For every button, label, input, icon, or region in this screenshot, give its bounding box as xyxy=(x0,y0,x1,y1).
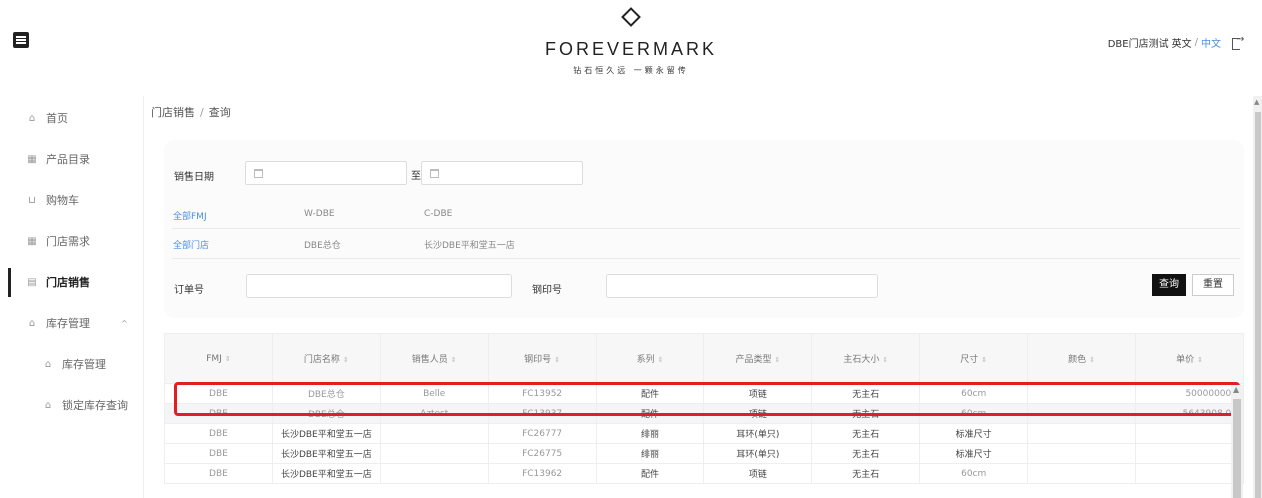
column-header-series[interactable]: 系列 ⇕ xyxy=(595,333,705,384)
column-header-size[interactable]: 尺寸 ⇕ xyxy=(919,333,1029,384)
warehouse-icon: ⌂ xyxy=(28,318,36,329)
table-scrollbar[interactable]: ▲ xyxy=(1231,385,1243,498)
header: FOREVERMARK 钻石恒久远 一颗永留传 DBE门店测试 英文 / 中文 xyxy=(0,0,1262,96)
brand-name: FOREVERMARK xyxy=(544,39,718,59)
breadcrumb-separator: / xyxy=(200,106,204,119)
grid-icon: ▦ xyxy=(27,154,37,165)
sidebar-item-catalog[interactable]: ▦ 产品目录 xyxy=(0,139,143,180)
sidebar-subitem-locked-inventory[interactable]: ⌂ 锁定库存查询 xyxy=(0,385,143,426)
breadcrumb-parent[interactable]: 门店销售 xyxy=(151,106,195,119)
sidebar: ⌂ 首页 ▦ 产品目录 ⊔ 购物车 ▦ 门店需求 ▤ 门店销售 ⌂ 库存管理 ^… xyxy=(0,96,144,498)
column-header-salesperson[interactable]: 销售人员 ⇕ xyxy=(379,333,489,384)
sort-icon: ⇕ xyxy=(224,354,231,363)
fmj-option-c-dbe[interactable]: C-DBE xyxy=(424,209,452,219)
table-row[interactable]: DBE 长沙DBE平和堂五一店 FC26775 绯丽 耳环(单只) 无主石 标准尺寸 xyxy=(164,443,1244,464)
table-row[interactable]: DBE DBE总仓 Belle FC13952 配件 项链 无主石 60cm 500000000 xyxy=(164,383,1244,404)
column-header-price[interactable]: 单价 ⇕ xyxy=(1135,333,1244,384)
column-header-seal-no[interactable]: 钢印号 ⇕ xyxy=(487,333,597,384)
cart-icon: ⊔ xyxy=(28,195,36,206)
breadcrumb-current: 查询 xyxy=(208,106,231,119)
sidebar-item-store-sales[interactable]: ▤ 门店销售 xyxy=(0,262,143,303)
sort-icon: ⇕ xyxy=(1197,356,1203,364)
divider xyxy=(172,228,1240,229)
diamond-icon xyxy=(621,7,641,27)
seal-no-input[interactable] xyxy=(606,274,878,298)
table-row[interactable]: DBE 长沙DBE平和堂五一店 FC13962 配件 项链 无主石 60cm xyxy=(164,463,1244,484)
lang-english[interactable]: 英文 xyxy=(1172,35,1192,50)
sort-icon: ⇕ xyxy=(1089,356,1096,364)
sort-icon: ⇕ xyxy=(981,356,988,364)
start-date-input[interactable] xyxy=(245,161,407,185)
table-header-row: FMJ ⇕ 门店名称 ⇕ 销售人员 ⇕ 钢印号 ⇕ 系列 ⇕ 产品类型 ⇕ 主石大小 ⇕ 尺寸… xyxy=(164,333,1244,384)
column-header-store[interactable]: 门店名称 ⇕ xyxy=(271,333,381,384)
sidebar-item-label: 产品目录 xyxy=(46,153,90,166)
sort-icon: ⇕ xyxy=(774,356,781,364)
sidebar-item-home[interactable]: ⌂ 首页 xyxy=(0,98,143,139)
chevron-up-icon: ^ xyxy=(121,319,128,328)
column-header-main-stone[interactable]: 主石大小 ⇕ xyxy=(811,333,921,384)
fmj-option-w-dbe[interactable]: W-DBE xyxy=(304,209,335,219)
scroll-up-icon[interactable]: ▲ xyxy=(1254,98,1259,106)
sidebar-item-label: 锁定库存查询 xyxy=(62,399,128,412)
scroll-up-icon[interactable]: ▲ xyxy=(1233,385,1239,394)
grid-icon: ▦ xyxy=(27,236,37,247)
sidebar-item-label: 首页 xyxy=(46,112,68,125)
column-header-fmj[interactable]: FMJ ⇕ xyxy=(164,333,273,384)
sort-icon: ⇕ xyxy=(554,356,561,364)
reset-button[interactable]: 重置 xyxy=(1192,274,1234,296)
scrollbar-thumb[interactable] xyxy=(1233,399,1241,498)
sidebar-item-cart[interactable]: ⊔ 购物车 xyxy=(0,180,143,221)
store-option-all[interactable]: 全部门店 xyxy=(173,238,209,251)
user-area: DBE门店测试 英文 / 中文 xyxy=(1107,34,1245,51)
sort-icon: ⇕ xyxy=(657,356,664,364)
scrollbar-thumb[interactable] xyxy=(1255,112,1261,498)
calendar-icon xyxy=(430,169,439,178)
lang-chinese[interactable]: 中文 xyxy=(1201,35,1221,50)
seal-no-label: 钢印号 xyxy=(532,285,562,296)
order-no-input[interactable] xyxy=(246,274,512,298)
page-scrollbar[interactable]: ▲ xyxy=(1253,96,1262,498)
sidebar-item-label: 库存管理 xyxy=(46,317,90,330)
sidebar-item-label: 购物车 xyxy=(46,194,79,207)
fmj-option-all[interactable]: 全部FMJ xyxy=(173,209,207,222)
sidebar-item-inventory[interactable]: ⌂ 库存管理 ^ xyxy=(0,303,143,344)
table-row[interactable]: DBE 长沙DBE平和堂五一店 FC26777 绯丽 耳环(单只) 无主石 标准尺寸 xyxy=(164,423,1244,444)
table-row[interactable]: DBE DBE总仓 Aztest FC13937 配件 项链 无主石 60cm 5643908.… xyxy=(164,403,1244,424)
calendar-icon xyxy=(254,169,263,178)
user-name: DBE门店测试 xyxy=(1107,39,1169,50)
brand-logo: FOREVERMARK 钻石恒久远 一颗永留传 xyxy=(531,4,731,76)
end-date-input[interactable] xyxy=(421,161,583,185)
sort-icon: ⇕ xyxy=(450,356,457,364)
store-option-dbe-warehouse[interactable]: DBE总仓 xyxy=(304,238,341,251)
sidebar-item-label: 门店销售 xyxy=(46,276,90,289)
query-button[interactable]: 查询 xyxy=(1152,274,1186,296)
column-header-color[interactable]: 颜色 ⇕ xyxy=(1027,333,1137,384)
column-header-product-type[interactable]: 产品类型 ⇕ xyxy=(703,333,813,384)
sidebar-item-store-demand[interactable]: ▦ 门店需求 xyxy=(0,221,143,262)
home-icon: ⌂ xyxy=(28,113,36,124)
date-to-label: 至 xyxy=(411,171,421,182)
sort-icon: ⇕ xyxy=(882,356,889,364)
shop-icon: ▤ xyxy=(27,277,37,288)
filter-panel: 销售日期 至 全部FMJ W-DBE C-DBE 全部门店 DBE总仓 长沙DB… xyxy=(164,140,1244,318)
logout-icon[interactable] xyxy=(1232,34,1244,50)
order-no-label: 订单号 xyxy=(174,285,204,296)
sidebar-item-label: 门店需求 xyxy=(46,235,90,248)
warehouse-icon: ⌂ xyxy=(44,359,52,370)
store-option-changsha[interactable]: 长沙DBE平和堂五一店 xyxy=(424,238,515,251)
menu-icon[interactable] xyxy=(13,32,29,48)
sales-date-label: 销售日期 xyxy=(174,172,214,183)
lock-warehouse-icon: ⌂ xyxy=(44,400,52,411)
sidebar-subitem-inventory[interactable]: ⌂ 库存管理 xyxy=(0,344,143,385)
lang-separator: / xyxy=(1194,37,1198,48)
sidebar-item-label: 库存管理 xyxy=(62,358,106,371)
sort-icon: ⇕ xyxy=(342,356,349,364)
divider xyxy=(172,258,1240,259)
breadcrumb: 门店销售 / 查询 xyxy=(151,104,231,120)
sales-table: FMJ ⇕ 门店名称 ⇕ 销售人员 ⇕ 钢印号 ⇕ 系列 ⇕ 产品类型 ⇕ 主石大小 ⇕ 尺寸… xyxy=(164,333,1244,498)
brand-slogan: 钻石恒久远 一颗永留传 xyxy=(573,66,689,75)
